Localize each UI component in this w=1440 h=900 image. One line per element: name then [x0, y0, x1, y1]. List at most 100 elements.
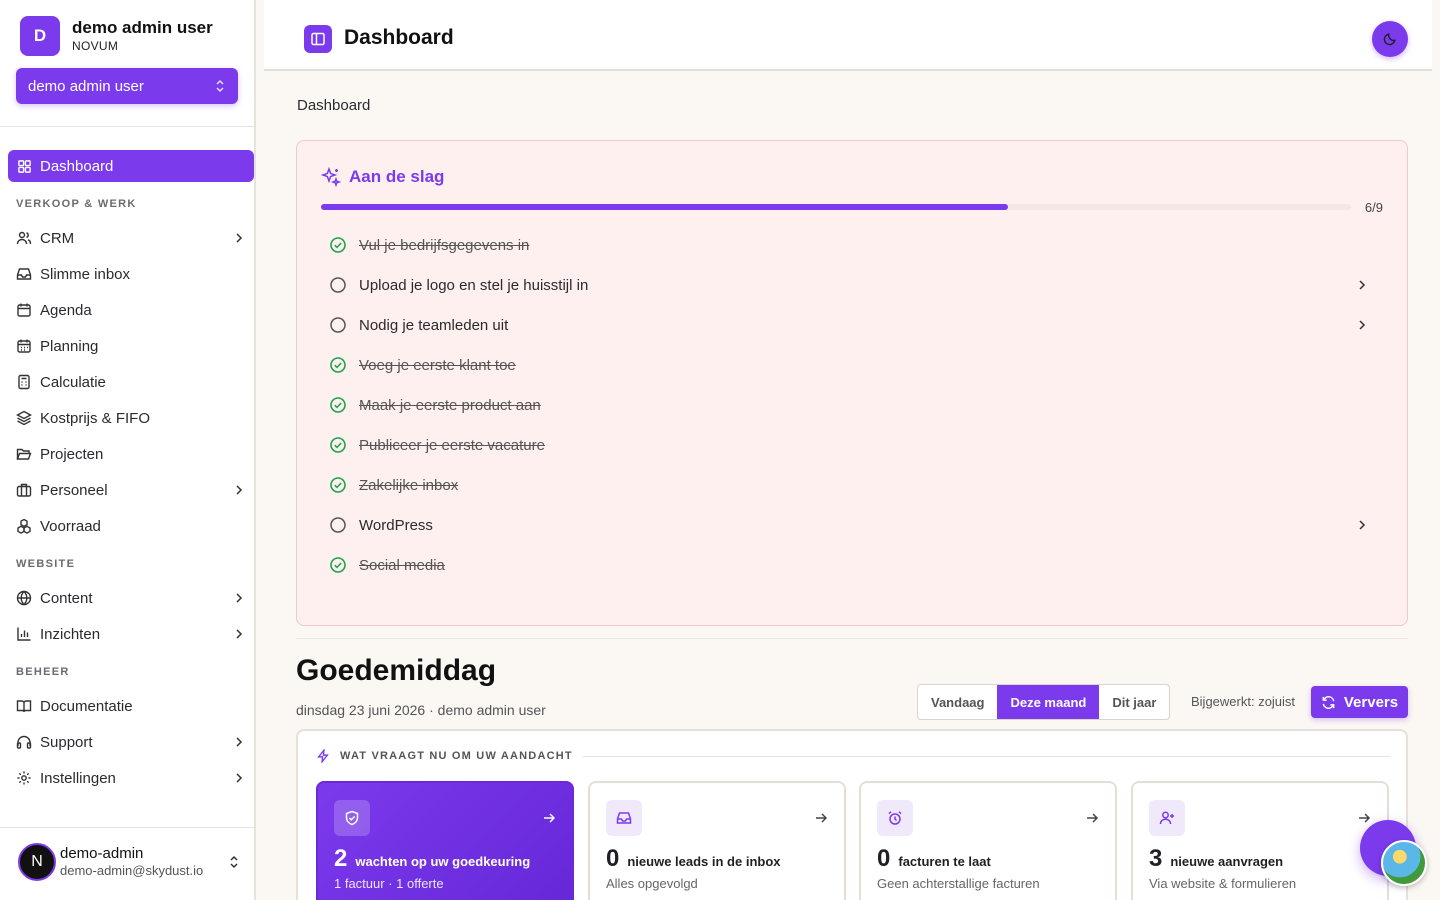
sidebar-item-projecten[interactable]: Projecten: [8, 436, 254, 472]
stat-label: nieuwe leads in de inbox: [627, 854, 781, 869]
check-circle-icon: [329, 396, 347, 414]
onboarding-progress-count: 6/9: [1364, 200, 1383, 215]
inbox-icon: [16, 266, 32, 282]
chevron-right-icon: [236, 773, 243, 783]
sidebar-item-label: Calculatie: [40, 373, 106, 391]
sidebar-item-personeel[interactable]: Personeel: [8, 472, 254, 508]
bar-chart-icon: [16, 626, 32, 642]
arrow-right-icon: [1359, 813, 1371, 823]
approval-stat-card[interactable]: 2 wachten op uw goedkeuring 1 factuur · 1…: [316, 781, 574, 900]
sparkles-icon: [321, 167, 341, 187]
sidebar-item-voorraad[interactable]: Voorraad: [8, 508, 254, 544]
user-switcher-select[interactable]: demo admin user: [16, 68, 238, 104]
sidebar-item-agenda[interactable]: Agenda: [8, 292, 254, 328]
greeting-title: Goedemiddag: [296, 654, 497, 687]
refresh-label: Ververs: [1343, 693, 1399, 711]
nav-section-manage: BEHEER: [16, 666, 70, 678]
briefcase-icon: [16, 482, 32, 498]
calendar-icon: [16, 302, 32, 318]
check-circle-icon: [329, 236, 347, 254]
sidebar-item-label: Planning: [40, 337, 99, 355]
stat-label: nieuwe aanvragen: [1170, 854, 1284, 869]
onboarding-task-label: Upload je logo en stel je huisstijl in: [359, 276, 589, 294]
settings-gear-icon: [16, 770, 32, 786]
sidebar-item-label: Dashboard: [40, 157, 114, 175]
circle-icon: [329, 276, 347, 294]
onboarding-task-label: Vul je bedrijfsgegevens in: [359, 236, 530, 254]
sidebar-item-calculatie[interactable]: Calculatie: [8, 364, 254, 400]
org-avatar: D: [20, 16, 60, 56]
sidebar-item-label: Personeel: [40, 481, 108, 499]
sidebar-toggle-button[interactable]: [304, 25, 332, 53]
layers-icon: [16, 410, 32, 426]
arrow-right-icon: [816, 813, 828, 823]
alarm-clock-icon: [877, 800, 913, 836]
org-header[interactable]: D demo admin user NOVUM: [20, 16, 213, 56]
zap-icon: [317, 749, 329, 763]
chevrons-up-down-icon: [216, 79, 224, 93]
onboarding-task-list: Vul je bedrijfsgegevens in Upload je logo…: [321, 225, 1385, 585]
refresh-icon: [1322, 695, 1335, 709]
requests-stat-card[interactable]: 3 nieuwe aanvragen Via website & formulie…: [1131, 781, 1389, 900]
sidebar-item-dashboard[interactable]: Dashboard: [8, 150, 254, 182]
sidebar-divider: [0, 126, 254, 127]
onboarding-task: Maak je eerste product aan: [321, 385, 1385, 425]
attention-panel: WAT VRAAGT NU OM UW AANDACHT 2 wachten op…: [296, 729, 1408, 900]
user-plus-icon: [1149, 800, 1185, 836]
onboarding-task: Zakelijke inbox: [321, 465, 1385, 505]
sidebar-item-smart-inbox[interactable]: Slimme inbox: [8, 256, 254, 292]
chevron-right-icon: [1355, 518, 1369, 532]
section-divider: [296, 638, 1408, 639]
sidebar-item-label: Voorraad: [40, 517, 101, 535]
sidebar-item-label: Documentatie: [40, 697, 133, 715]
overdue-invoices-stat-card[interactable]: 0 facturen te laat Geen achterstallige fa…: [859, 781, 1117, 900]
shield-check-icon: [334, 800, 370, 836]
avatar: N: [18, 843, 56, 881]
users-icon: [16, 230, 32, 246]
sidebar-item-planning[interactable]: Planning: [8, 328, 254, 364]
refresh-button[interactable]: Ververs: [1311, 686, 1408, 718]
onboarding-task: Vul je bedrijfsgegevens in: [321, 225, 1385, 265]
boxes-icon: [16, 518, 32, 534]
date-range-toggle: Vandaag Deze maand Dit jaar: [917, 684, 1171, 720]
sidebar-item-support[interactable]: Support: [8, 724, 254, 760]
onboarding-title: Aan de slag: [321, 167, 444, 187]
sidebar: D demo admin user NOVUM demo admin user …: [0, 0, 256, 900]
theme-toggle-button[interactable]: [1372, 21, 1408, 57]
page-title: Dashboard: [344, 26, 454, 49]
sidebar-item-documentatie[interactable]: Documentatie: [8, 688, 254, 724]
sidebar-item-crm[interactable]: CRM: [8, 220, 254, 256]
sidebar-item-content[interactable]: Content: [8, 580, 254, 616]
assistant-avatar-badge[interactable]: [1381, 840, 1427, 886]
sidebar-item-kostprijs[interactable]: Kostprijs & FIFO: [8, 400, 254, 436]
leads-stat-card[interactable]: 0 nieuwe leads in de inbox Alles opgevolg…: [588, 781, 846, 900]
onboarding-progress-bar: [321, 204, 1351, 210]
calculator-icon: [16, 374, 32, 390]
onboarding-task[interactable]: Upload je logo en stel je huisstijl in: [321, 265, 1385, 305]
account-menu[interactable]: N demo-admin demo-admin@skydust.io: [18, 843, 240, 881]
range-this-year-button[interactable]: Dit jaar: [1099, 685, 1169, 719]
circle-icon: [329, 316, 347, 334]
onboarding-task: Voeg je eerste klant toe: [321, 345, 1385, 385]
range-today-button[interactable]: Vandaag: [918, 685, 997, 719]
account-name: demo-admin: [60, 845, 144, 862]
onboarding-task[interactable]: WordPress: [321, 505, 1385, 545]
inbox-icon: [606, 800, 642, 836]
range-this-month-button[interactable]: Deze maand: [997, 685, 1100, 719]
chevron-right-icon: [236, 737, 243, 747]
onboarding-task-label: Nodig je teamleden uit: [359, 316, 509, 334]
circle-icon: [329, 516, 347, 534]
sidebar-item-inzichten[interactable]: Inzichten: [8, 616, 254, 652]
account-email: demo-admin@skydust.io: [60, 863, 204, 878]
onboarding-task[interactable]: Nodig je teamleden uit: [321, 305, 1385, 345]
headphones-icon: [16, 734, 32, 750]
greeting-subtitle: dinsdag 23 juni 2026 · demo admin user: [296, 702, 546, 718]
nav-section-sales: VERKOOP & WERK: [16, 198, 137, 210]
sidebar-item-label: Agenda: [40, 301, 92, 319]
sidebar-item-label: Support: [40, 733, 93, 751]
stat-label: facturen te laat: [898, 854, 991, 869]
stat-number: 0: [606, 845, 620, 872]
sidebar-item-instellingen[interactable]: Instellingen: [8, 760, 254, 796]
arrow-right-icon: [1087, 813, 1099, 823]
stat-number: 3: [1149, 845, 1163, 872]
